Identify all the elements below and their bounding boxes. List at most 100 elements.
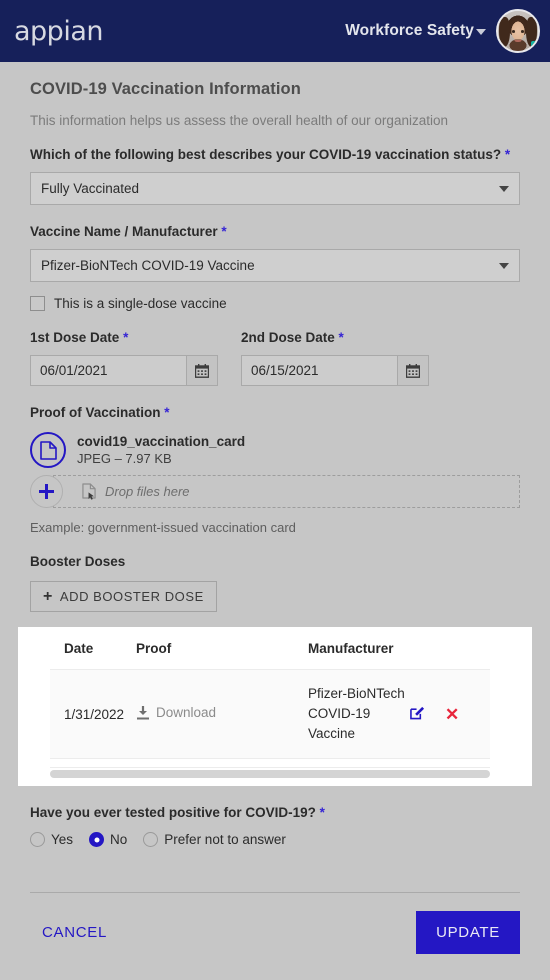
column-header-proof[interactable]: Proof — [136, 641, 308, 670]
file-dropzone[interactable]: Drop files here — [30, 475, 520, 508]
tested-positive-radio-group: Yes No Prefer not to answer — [30, 832, 520, 847]
vaccination-status-select[interactable]: Fully Vaccinated — [30, 172, 520, 205]
calendar-icon[interactable] — [186, 356, 217, 385]
required-asterisk: * — [221, 224, 227, 239]
dose2-label: 2nd Dose Date * — [241, 328, 429, 348]
dose2-date-value[interactable]: 06/15/2021 — [242, 356, 397, 385]
avatar[interactable] — [496, 9, 540, 53]
cancel-button[interactable]: CANCEL — [30, 916, 119, 949]
manufacturer-select[interactable]: Pfizer-BioNTech COVID-19 Vaccine — [30, 249, 520, 282]
vaccination-status-label-text: Which of the following best describes yo… — [30, 147, 502, 162]
proof-label-text: Proof of Vaccination — [30, 405, 161, 420]
radio-no-label: No — [110, 832, 128, 847]
single-dose-checkbox[interactable] — [30, 296, 45, 311]
radio-no-indicator[interactable] — [89, 832, 105, 847]
single-dose-checkbox-row[interactable]: This is a single-dose vaccine — [30, 296, 520, 311]
uploaded-file-item[interactable]: covid19_vaccination_card JPEG – 7.97 KB — [30, 432, 520, 468]
proof-of-vaccination-label: Proof of Vaccination * — [30, 403, 520, 423]
dose2-field: 2nd Dose Date * 06/15/2021 — [241, 311, 429, 386]
page-title: COVID-19 Vaccination Information — [30, 80, 301, 98]
page-subtitle: This information helps us assess the ove… — [30, 113, 448, 128]
calendar-icon-svg — [195, 363, 209, 378]
chevron-down-icon — [499, 262, 509, 269]
manufacturer-value: Pfizer-BioNTech COVID-19 Vaccine — [41, 258, 255, 273]
column-header-actions — [410, 641, 490, 670]
add-booster-dose-label: ADD BOOSTER DOSE — [59, 589, 204, 604]
cell-date: 1/31/2022 — [64, 706, 125, 722]
site-switcher[interactable]: Workforce Safety — [345, 22, 486, 40]
required-asterisk: * — [123, 330, 129, 345]
dropzone-area[interactable]: Drop files here — [53, 475, 520, 508]
document-icon — [30, 432, 66, 468]
add-booster-dose-button[interactable]: + ADD BOOSTER DOSE — [30, 581, 217, 612]
dose1-field: 1st Dose Date * 06/01/2021 — [30, 311, 218, 386]
table-row: 1/31/2022 Download Pfizer-BioNTech COVID… — [50, 669, 490, 759]
appian-logo[interactable]: appian — [14, 18, 103, 45]
column-header-date[interactable]: Date — [50, 641, 136, 670]
plus-icon-horizontal — [39, 489, 54, 494]
vaccination-status-label: Which of the following best describes yo… — [30, 145, 520, 165]
radio-yes-indicator[interactable] — [30, 832, 45, 847]
avatar-status-badge — [531, 41, 538, 49]
delete-x-icon[interactable]: ✕ — [445, 706, 459, 723]
dose2-date-input[interactable]: 06/15/2021 — [241, 355, 429, 386]
radio-option-prefer-not[interactable]: Prefer not to answer — [143, 832, 286, 847]
file-cursor-icon — [82, 483, 96, 500]
edit-pencil-icon[interactable] — [410, 705, 425, 723]
dose-dates-group: 1st Dose Date * 06/01/2021 2nd Dose Date… — [30, 311, 520, 386]
required-asterisk: * — [164, 405, 170, 420]
row-actions: ✕ — [410, 705, 490, 723]
calendar-icon[interactable] — [397, 356, 428, 385]
form-footer: CANCEL UPDATE — [30, 911, 520, 954]
booster-table-card: Date Proof Manufacturer 1/31/2022 Downlo… — [18, 627, 532, 786]
required-asterisk: * — [504, 147, 511, 162]
radio-prefer-not-label: Prefer not to answer — [164, 832, 286, 847]
required-asterisk: * — [319, 805, 325, 820]
column-header-manufacturer[interactable]: Manufacturer — [308, 641, 410, 670]
uploaded-file-info: covid19_vaccination_card JPEG – 7.97 KB — [77, 434, 245, 466]
form-page: COVID-19 Vaccination Information This in… — [0, 62, 550, 954]
site-name-label: Workforce Safety — [345, 22, 474, 39]
radio-prefer-not-indicator[interactable] — [143, 832, 159, 847]
scrollbar-thumb[interactable] — [50, 770, 490, 778]
radio-option-no[interactable]: No — [89, 832, 127, 847]
table-horizontal-scrollbar[interactable] — [50, 767, 490, 778]
booster-table: Date Proof Manufacturer 1/31/2022 Downlo… — [50, 641, 490, 759]
radio-option-yes[interactable]: Yes — [30, 832, 73, 847]
radio-yes-label: Yes — [51, 832, 74, 847]
update-button[interactable]: UPDATE — [416, 911, 520, 954]
add-file-button[interactable] — [30, 475, 63, 508]
dose1-date-value[interactable]: 06/01/2021 — [31, 356, 186, 385]
app-header: appian Workforce Safety — [0, 0, 550, 62]
dose1-label: 1st Dose Date * — [30, 328, 218, 348]
single-dose-label: This is a single-dose vaccine — [54, 296, 227, 311]
header-right-group: Workforce Safety — [345, 9, 540, 53]
tested-positive-label: Have you ever tested positive for COVID-… — [30, 803, 520, 823]
cell-proof: Download — [136, 670, 308, 759]
manufacturer-label-text: Vaccine Name / Manufacturer — [30, 224, 218, 239]
required-asterisk: * — [338, 330, 344, 345]
avatar-hair-left — [499, 17, 510, 47]
plus-icon: + — [43, 587, 53, 605]
booster-doses-heading: Booster Doses — [30, 554, 126, 569]
booster-table-body: 1/31/2022 Download Pfizer-BioNTech COVID… — [50, 669, 490, 759]
footer-divider — [30, 892, 520, 893]
uploaded-file-name: covid19_vaccination_card — [77, 434, 246, 449]
tested-positive-label-text: Have you ever tested positive for COVID-… — [30, 805, 316, 820]
edit-pencil-icon-svg — [410, 706, 425, 720]
dropzone-text: Drop files here — [105, 484, 190, 499]
document-icon-svg — [39, 440, 57, 460]
download-icon — [137, 705, 149, 720]
dose1-date-input[interactable]: 06/01/2021 — [30, 355, 218, 386]
dose1-label-text: 1st Dose Date — [30, 330, 120, 345]
download-label: Download — [156, 705, 217, 721]
vaccination-status-value: Fully Vaccinated — [41, 181, 140, 196]
avatar-eye-left — [512, 30, 515, 33]
booster-table-head: Date Proof Manufacturer — [50, 641, 490, 670]
download-link[interactable]: Download — [136, 705, 216, 720]
uploaded-file-meta: JPEG – 7.97 KB — [77, 451, 172, 466]
booster-table-header-row: Date Proof Manufacturer — [50, 641, 490, 670]
cell-manufacturer: Pfizer-BioNTech COVID-19 Vaccine — [308, 686, 405, 741]
cell-actions: ✕ — [410, 670, 490, 759]
avatar-eye-right — [521, 30, 524, 33]
